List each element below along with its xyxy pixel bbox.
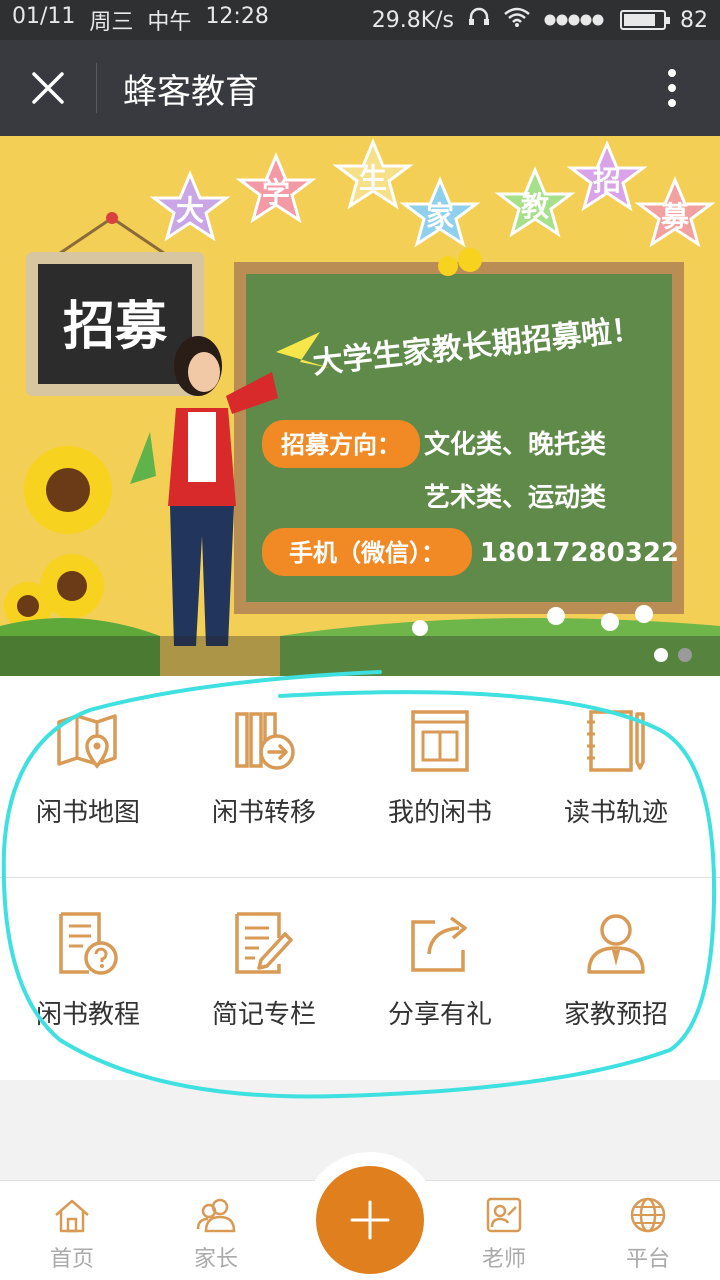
banner-direction-line: 文化类、晚托类 xyxy=(424,429,606,460)
battery-level: 82 xyxy=(680,7,708,33)
feature-my-books[interactable]: 我的闲书 xyxy=(352,676,528,878)
map-pin-icon xyxy=(57,714,117,769)
feature-label: 家教预招 xyxy=(563,1000,668,1030)
status-date: 01/11 xyxy=(12,4,76,29)
banner-star-letter: 招 xyxy=(593,164,621,197)
more-vertical-icon xyxy=(668,69,676,107)
close-button[interactable] xyxy=(0,40,96,136)
banner-star-letter: 家 xyxy=(426,200,454,233)
feature-label: 读书轨迹 xyxy=(563,798,668,828)
edit-note-icon xyxy=(235,912,293,974)
banner-star-letter: 学 xyxy=(262,176,290,209)
app-header: 蜂客教育 xyxy=(0,40,720,136)
feature-label: 分享有礼 xyxy=(387,1000,492,1030)
feature-notes-column[interactable]: 简记专栏 xyxy=(176,878,352,1080)
feature-label: 简记专栏 xyxy=(211,1000,316,1030)
book-transfer-icon xyxy=(235,712,295,770)
feature-label: 我的闲书 xyxy=(387,798,492,828)
share-icon xyxy=(411,916,467,972)
status-period: 中午 xyxy=(147,10,192,35)
tab-teacher[interactable]: 老师 xyxy=(432,1181,576,1280)
headset-icon xyxy=(468,7,490,33)
feature-book-transfer[interactable]: 闲书转移 xyxy=(176,676,352,878)
teacher-icon xyxy=(486,1197,522,1233)
tab-parents[interactable]: 家长 xyxy=(144,1181,288,1280)
tab-label: 老师 xyxy=(481,1247,526,1272)
status-weekday: 周三 xyxy=(89,10,134,35)
wifi-icon xyxy=(504,7,530,33)
globe-icon xyxy=(630,1197,666,1233)
home-icon xyxy=(55,1199,89,1233)
banner-direction-label: 招募方向： xyxy=(281,431,401,459)
feature-book-map[interactable]: 闲书地图 xyxy=(0,676,176,878)
status-bar: 01/11 周三 中午 12:28 29.8K/s 82 xyxy=(0,0,720,40)
tab-label: 首页 xyxy=(49,1247,94,1272)
add-button[interactable] xyxy=(316,1166,424,1274)
tab-home[interactable]: 首页 xyxy=(0,1181,144,1280)
banner-sign-text: 招募 xyxy=(63,297,168,357)
feature-reading-track[interactable]: 读书轨迹 xyxy=(528,676,704,878)
help-document-icon xyxy=(59,912,118,975)
battery-icon xyxy=(620,10,670,30)
page-title: 蜂客教育 xyxy=(123,71,259,112)
feature-book-tutorial[interactable]: 闲书教程 xyxy=(0,878,176,1080)
teacher-person-icon xyxy=(587,914,645,974)
banner-star-letter: 大 xyxy=(176,194,204,227)
banner-direction-line: 艺术类、运动类 xyxy=(424,483,606,513)
feature-label: 闲书地图 xyxy=(35,798,140,828)
carousel-dot[interactable] xyxy=(678,648,692,662)
status-time: 12:28 xyxy=(205,4,269,29)
banner-star-letter: 生 xyxy=(359,162,387,195)
signal-icon xyxy=(544,8,606,33)
tab-label: 家长 xyxy=(193,1247,238,1272)
notebook-pen-icon xyxy=(587,710,645,772)
feature-tutor-prerecruit[interactable]: 家教预招 xyxy=(528,878,704,1080)
feature-row: 闲书教程 简记专栏 分享有礼 家教预招 xyxy=(0,878,720,1080)
feature-share-gift[interactable]: 分享有礼 xyxy=(352,878,528,1080)
my-books-icon xyxy=(411,710,469,772)
banner-carousel[interactable]: 大 学 生 家 教 招 募 招募 大学生家教长期招募啦！ 招募方向： 文化类、晚… xyxy=(0,136,720,676)
feature-row: 闲书地图 闲书转移 我的闲书 读书轨迹 xyxy=(0,676,720,878)
banner-chalkboard: 大学生家教长期招募啦！ 招募方向： 文化类、晚托类 艺术类、运动类 手机（微信）… xyxy=(234,262,684,614)
feature-grid: 闲书地图 闲书转移 我的闲书 读书轨迹 闲书教程 简记专栏 分享有礼 家教预招 xyxy=(0,676,720,1080)
banner-phone-number: 18017280322 xyxy=(480,538,679,568)
carousel-dots[interactable] xyxy=(654,648,692,662)
parents-icon xyxy=(196,1198,236,1233)
feature-label: 闲书转移 xyxy=(211,798,316,828)
close-icon xyxy=(32,72,64,104)
banner-phone-label: 手机（微信）： xyxy=(289,539,445,567)
carousel-dot-active[interactable] xyxy=(654,648,668,662)
feature-label: 闲书教程 xyxy=(35,1000,140,1030)
network-speed: 29.8K/s xyxy=(371,7,454,33)
banner-star-letter: 募 xyxy=(660,200,690,233)
banner-caption-strip xyxy=(0,636,720,676)
tab-platform[interactable]: 平台 xyxy=(576,1181,720,1280)
tab-label: 平台 xyxy=(625,1247,670,1272)
banner-image: 大 学 生 家 教 招 募 招募 大学生家教长期招募啦！ 招募方向： 文化类、晚… xyxy=(0,136,720,676)
more-button[interactable] xyxy=(624,40,720,136)
banner-star-letter: 教 xyxy=(521,190,549,223)
plus-icon xyxy=(350,1200,390,1240)
